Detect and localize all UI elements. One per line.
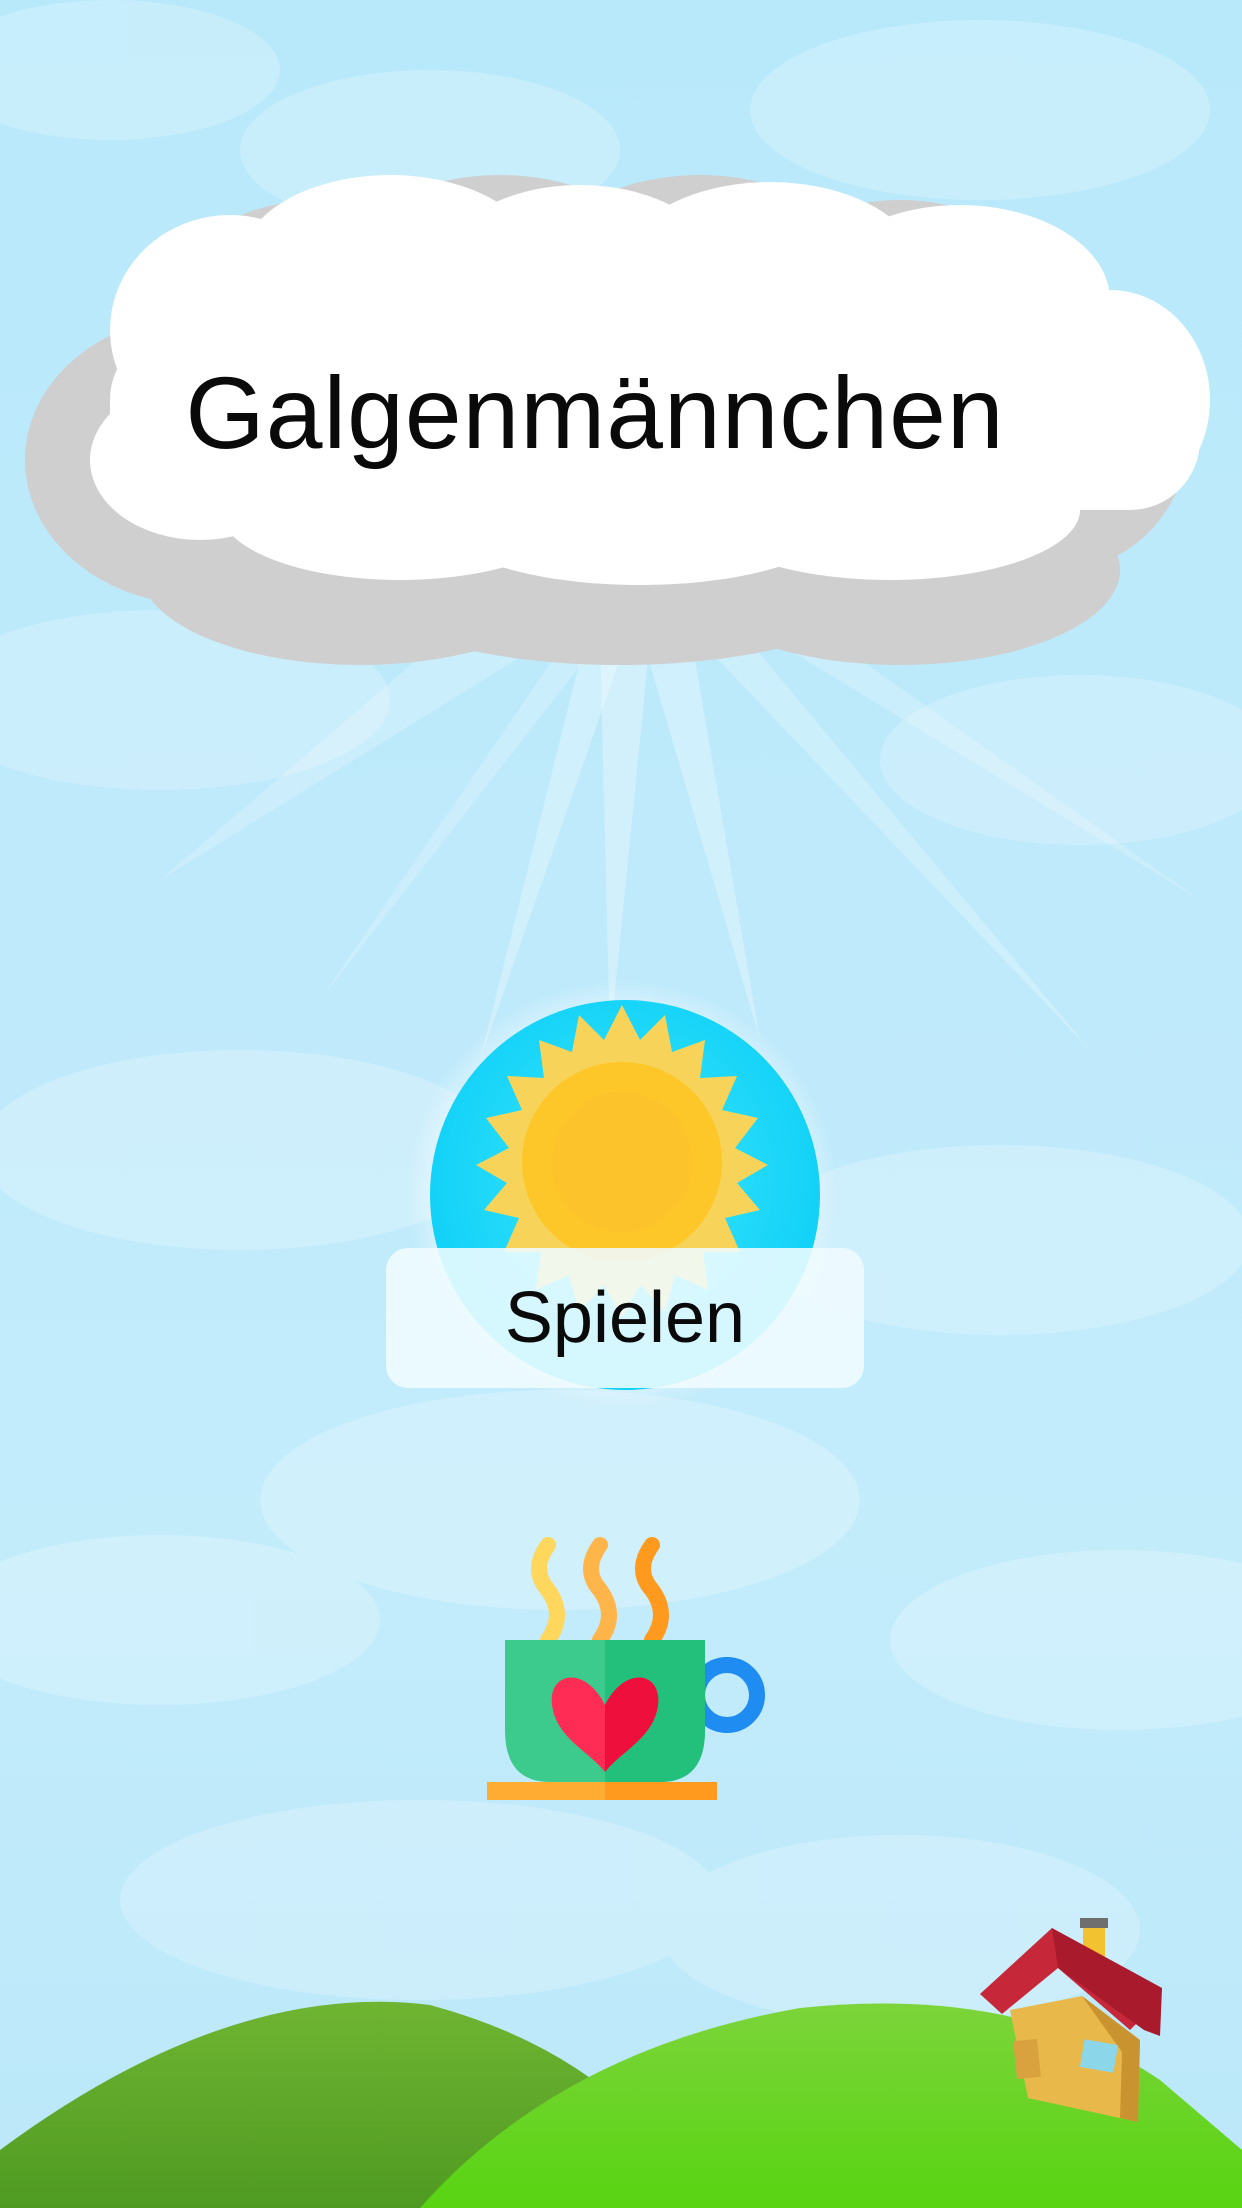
play-button[interactable]: Spielen <box>386 1248 864 1388</box>
game-title: Galgenmännchen <box>185 356 1005 470</box>
play-button-label: Spielen <box>504 1278 746 1358</box>
support-cup-button[interactable] <box>480 1535 770 1805</box>
main-menu-screen: Galgenmännchen Spielen <box>0 0 1242 2208</box>
